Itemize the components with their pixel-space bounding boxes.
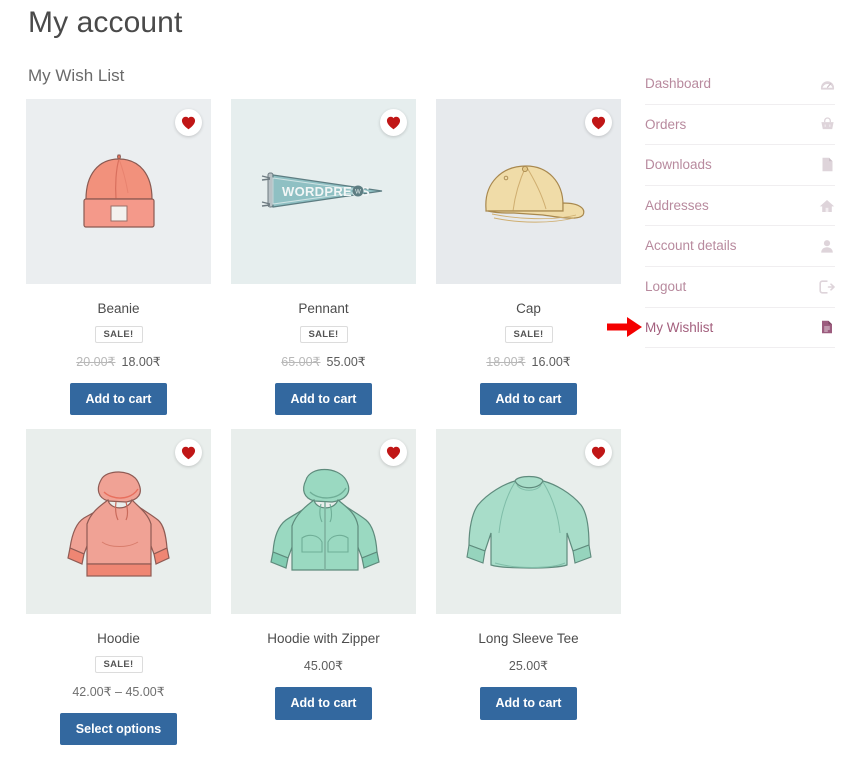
sidebar-item-label: Dashboard — [645, 76, 712, 92]
sale-badge: SALE! — [94, 656, 143, 673]
section-title: My Wish List — [28, 66, 125, 85]
price-original: 18.00₹ — [486, 354, 526, 369]
add-to-cart-button[interactable]: Add to cart — [69, 382, 168, 416]
add-to-cart-button[interactable]: Add to cart — [479, 382, 578, 416]
sidebar-item-label: Downloads — [645, 157, 712, 173]
product-price: 42.00₹ – 45.00₹ — [72, 684, 164, 699]
product-price: 20.00₹ 18.00₹ — [76, 354, 160, 369]
sidebar-item-label: Account details — [645, 238, 737, 254]
heart-icon[interactable] — [175, 109, 202, 136]
price-original: 65.00₹ — [281, 354, 321, 369]
sidebar-item-logout[interactable]: Logout — [645, 267, 835, 308]
product-card: WORDPRESS W Pennant SALE! 65.00₹ 55.00₹ A… — [231, 99, 416, 416]
product-name: Long Sleeve Tee — [478, 631, 579, 647]
price-current: 16.00₹ — [531, 354, 571, 369]
add-to-cart-button[interactable]: Add to cart — [274, 687, 373, 720]
product-card: Beanie SALE! 20.00₹ 18.00₹ Add to cart — [26, 99, 211, 416]
red-arrow-pointer — [607, 316, 643, 338]
person-icon — [819, 239, 835, 254]
price-current: 45.00₹ — [303, 659, 344, 674]
account-sidebar-nav: Dashboard Orders Downloads Addresses Acc… — [607, 64, 835, 349]
sidebar-item-addresses[interactable]: Addresses — [645, 186, 835, 227]
product-name: Pennant — [298, 301, 349, 316]
price-original: 20.00₹ — [76, 354, 116, 369]
wishlist-icon — [819, 320, 835, 334]
home-icon — [819, 199, 835, 213]
sidebar-item-orders[interactable]: Orders — [645, 105, 835, 146]
product-name: Cap — [516, 301, 541, 316]
price-range: 42.00₹ – 45.00₹ — [72, 684, 165, 699]
product-row: Hoodie SALE! 42.00₹ – 45.00₹ Select opti… — [26, 429, 621, 746]
sidebar-item-account-details[interactable]: Account details — [645, 226, 835, 267]
heart-icon[interactable] — [585, 109, 612, 136]
product-name: Beanie — [97, 301, 140, 316]
wishlist-product-grid: Beanie SALE! 20.00₹ 18.00₹ Add to cart WO… — [26, 99, 621, 746]
sidebar-item-label: Logout — [645, 279, 687, 295]
sidebar-item-downloads[interactable]: Downloads — [645, 145, 835, 186]
product-card: Long Sleeve Tee 25.00₹ Add to cart — [436, 429, 621, 745]
file-icon — [819, 157, 835, 172]
add-to-cart-button[interactable]: Add to cart — [479, 687, 578, 720]
product-thumbnail[interactable] — [26, 99, 211, 284]
page-title: My account — [28, 6, 183, 39]
svg-text:W: W — [355, 189, 361, 195]
product-card: Hoodie with Zipper 45.00₹ Add to cart — [231, 429, 416, 745]
pennant-image: WORDPRESS W — [261, 172, 382, 208]
basket-icon — [819, 117, 835, 131]
sidebar-item-label: Orders — [645, 116, 687, 132]
price-current: 18.00₹ — [121, 354, 161, 369]
product-name: Hoodie with Zipper — [267, 631, 380, 647]
logout-icon — [819, 280, 835, 294]
sidebar-item-dashboard[interactable]: Dashboard — [645, 64, 835, 105]
product-thumbnail[interactable] — [26, 429, 211, 615]
product-row: Beanie SALE! 20.00₹ 18.00₹ Add to cart WO… — [26, 99, 621, 416]
heart-icon[interactable] — [380, 439, 407, 467]
product-name: Hoodie — [97, 631, 140, 647]
hoodie-zipper-image — [269, 468, 380, 571]
price-current: 55.00₹ — [326, 354, 366, 369]
dashboard-icon — [819, 77, 835, 91]
product-price: 18.00₹ 16.00₹ — [486, 354, 570, 369]
product-thumbnail[interactable] — [436, 429, 621, 615]
select-options-button[interactable]: Select options — [59, 712, 178, 746]
price-current: 25.00₹ — [508, 659, 549, 674]
hoodie-image — [66, 471, 170, 577]
sale-badge: SALE! — [94, 326, 143, 343]
product-thumbnail[interactable]: WORDPRESS W — [231, 99, 416, 284]
product-price: 45.00₹ — [304, 658, 343, 673]
long-sleeve-tee-image — [465, 475, 592, 569]
heart-icon[interactable] — [175, 439, 202, 467]
heart-icon[interactable] — [585, 439, 612, 467]
product-card: Hoodie SALE! 42.00₹ – 45.00₹ Select opti… — [26, 429, 211, 746]
sidebar-item-label: My Wishlist — [645, 319, 714, 335]
product-thumbnail[interactable] — [231, 429, 416, 615]
product-thumbnail[interactable] — [436, 99, 621, 284]
add-to-cart-button[interactable]: Add to cart — [274, 382, 373, 416]
sale-badge: SALE! — [299, 326, 348, 343]
heart-icon[interactable] — [380, 109, 407, 136]
beanie-image — [82, 154, 155, 228]
sale-badge: SALE! — [504, 326, 553, 343]
product-card: Cap SALE! 18.00₹ 16.00₹ Add to cart — [436, 99, 621, 416]
cap-image — [484, 164, 584, 223]
sidebar-item-my-wishlist[interactable]: My Wishlist — [607, 308, 835, 349]
product-price: 65.00₹ 55.00₹ — [281, 354, 365, 369]
product-price: 25.00₹ — [509, 658, 548, 673]
sidebar-item-label: Addresses — [645, 197, 709, 213]
